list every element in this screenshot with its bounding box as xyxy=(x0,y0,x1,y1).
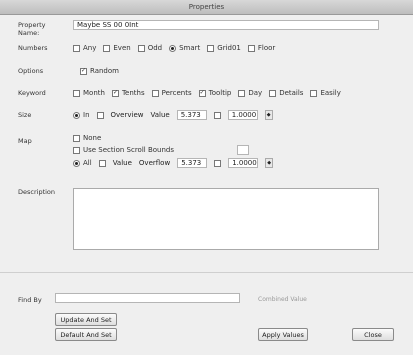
map-input-1[interactable]: 5.373 xyxy=(177,158,208,168)
checkbox[interactable] xyxy=(269,89,277,97)
checkbox[interactable] xyxy=(247,44,255,52)
numbers-option-smart[interactable]: Smart xyxy=(169,44,200,52)
checkbox[interactable] xyxy=(73,134,80,142)
keyword-options: Month ✓ Tenths Percents ✓ Tooltip Day Deta… xyxy=(73,87,341,99)
keyword-option-easily[interactable]: Easily xyxy=(310,89,341,97)
checkbox[interactable] xyxy=(73,44,80,52)
map-value-row: All Value Overflow 5.373 1.0000 ◆ xyxy=(73,157,274,169)
options-label: Options xyxy=(18,67,44,75)
keyword-option-month[interactable]: Month xyxy=(73,89,105,97)
apply-values-button[interactable]: Apply Values xyxy=(258,328,308,341)
map-text-value: Value xyxy=(112,159,132,167)
map-option-all[interactable]: All xyxy=(73,159,92,167)
keyword-option-tenths[interactable]: ✓ Tenths xyxy=(111,89,145,97)
options-row: ✓ Random xyxy=(80,65,119,77)
checkbox[interactable] xyxy=(310,89,318,97)
map-small-input[interactable] xyxy=(237,145,249,155)
size-input-1[interactable]: 5.373 xyxy=(176,110,207,120)
default-and-set-button[interactable]: Default And Set xyxy=(55,328,117,341)
options-random[interactable]: ✓ Random xyxy=(80,67,119,75)
numbers-label: Numbers xyxy=(18,44,48,52)
checkbox[interactable] xyxy=(151,89,159,97)
description-label: Description xyxy=(18,188,56,196)
properties-window: Properties Property Name: Maybe SS 00 0I… xyxy=(0,0,413,355)
map-spinner-icon[interactable]: ◆ xyxy=(265,158,274,168)
size-radio-in[interactable]: In xyxy=(73,111,90,119)
checkbox[interactable] xyxy=(238,89,246,97)
map-bounds-row: Use Section Scroll Bounds xyxy=(73,144,249,156)
size-label: Size xyxy=(18,111,32,119)
map-text-overflow: Overflow xyxy=(138,159,171,167)
keyword-option-tooltip[interactable]: ✓ Tooltip xyxy=(198,89,231,97)
checkbox-checked[interactable]: ✓ xyxy=(198,89,206,97)
separator xyxy=(0,272,413,273)
property-name-input[interactable]: Maybe SS 00 0Int xyxy=(73,20,379,30)
size-text-value: Value xyxy=(150,111,170,119)
checkbox[interactable] xyxy=(213,111,221,119)
close-button[interactable]: Close xyxy=(352,328,394,341)
keyword-option-details[interactable]: Details xyxy=(269,89,303,97)
keyword-label: Keyword xyxy=(18,89,46,97)
numbers-option-any[interactable]: Any xyxy=(73,44,96,52)
checkbox-checked[interactable]: ✓ xyxy=(80,67,87,75)
description-textarea[interactable] xyxy=(73,188,379,250)
title-bar: Properties xyxy=(0,0,413,15)
checkbox[interactable] xyxy=(98,159,106,167)
size-spinner-icon[interactable]: ◆ xyxy=(264,110,273,120)
checkbox[interactable] xyxy=(103,44,111,52)
keyword-option-day[interactable]: Day xyxy=(238,89,262,97)
size-row: In Overview Value 5.373 1.0000 ◆ xyxy=(73,109,273,121)
checkbox[interactable] xyxy=(73,146,80,154)
update-and-set-button[interactable]: Update And Set xyxy=(55,313,117,326)
checkbox[interactable] xyxy=(214,159,222,167)
radio-selected[interactable] xyxy=(73,159,80,167)
numbers-option-even[interactable]: Even xyxy=(103,44,131,52)
window-title: Properties xyxy=(188,3,225,11)
size-input-2[interactable]: 1.0000 xyxy=(227,110,258,120)
numbers-options: Any Even Odd Smart Grid01 Floor xyxy=(73,42,275,54)
map-option-none[interactable]: None xyxy=(73,134,101,142)
checkbox[interactable] xyxy=(96,111,104,119)
map-input-2[interactable]: 1.0000 xyxy=(228,158,259,168)
checkbox-checked[interactable]: ✓ xyxy=(111,89,119,97)
checkbox[interactable] xyxy=(207,44,215,52)
numbers-option-odd[interactable]: Odd xyxy=(137,44,162,52)
find-by-input[interactable] xyxy=(55,293,240,303)
size-text-overview: Overview xyxy=(110,111,144,119)
checkbox[interactable] xyxy=(137,44,145,52)
radio-selected[interactable] xyxy=(73,111,80,119)
checkbox[interactable] xyxy=(73,89,80,97)
combined-value-label: Combined Value xyxy=(258,296,307,303)
property-name-value: Maybe SS 00 0Int xyxy=(77,21,139,29)
property-name-label: Property Name: xyxy=(18,21,46,37)
numbers-option-grid[interactable]: Grid01 xyxy=(207,44,241,52)
keyword-option-percents[interactable]: Percents xyxy=(151,89,192,97)
map-option-bounds[interactable]: Use Section Scroll Bounds xyxy=(73,146,174,154)
radio-selected[interactable] xyxy=(169,44,177,52)
numbers-option-floor[interactable]: Floor xyxy=(247,44,275,52)
map-label: Map xyxy=(18,137,32,145)
map-none-row: None xyxy=(73,132,101,144)
